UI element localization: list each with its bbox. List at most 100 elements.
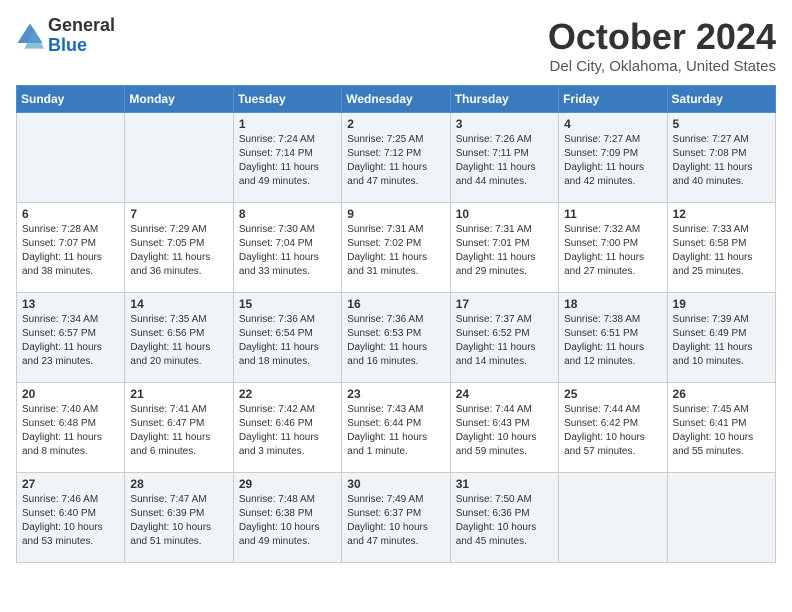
weekday-header-friday: Friday (559, 86, 667, 113)
calendar-cell: 5 Sunrise: 7:27 AM Sunset: 7:08 PM Daylig… (667, 113, 775, 203)
calendar-cell: 7Sunrise: 7:29 AM Sunset: 7:05 PM Daylig… (125, 203, 233, 293)
day-info: Sunrise: 7:27 AM Sunset: 7:09 PM Dayligh… (564, 133, 661, 189)
calendar-cell: 12Sunrise: 7:33 AM Sunset: 6:58 PM Dayli… (667, 203, 775, 293)
calendar-cell (667, 473, 775, 563)
calendar-cell: 24 Sunrise: 7:44 AM Sunset: 6:43 PM Dayli… (450, 383, 558, 473)
location-text: Del City, Oklahoma, United States (548, 58, 776, 75)
day-number: 8 (239, 207, 336, 221)
calendar-cell: 2 Sunrise: 7:25 AM Sunset: 7:12 PM Daylig… (342, 113, 450, 203)
day-number: 28 (130, 477, 227, 491)
calendar-cell: 9Sunrise: 7:31 AM Sunset: 7:02 PM Daylig… (342, 203, 450, 293)
day-number: 1 (239, 117, 336, 131)
day-number: 11 (564, 207, 661, 221)
calendar-cell: 6 Sunrise: 7:28 AM Sunset: 7:07 PM Daylig… (17, 203, 125, 293)
logo-icon (16, 22, 44, 50)
calendar-cell (559, 473, 667, 563)
day-number: 29 (239, 477, 336, 491)
calendar-cell: 10 Sunrise: 7:31 AM Sunset: 7:01 PM Dayli… (450, 203, 558, 293)
day-number: 15 (239, 297, 336, 311)
day-number: 30 (347, 477, 444, 491)
weekday-header-wednesday: Wednesday (342, 86, 450, 113)
day-number: 27 (22, 477, 119, 491)
weekday-header-thursday: Thursday (450, 86, 558, 113)
day-info: Sunrise: 7:46 AM Sunset: 6:40 PM Dayligh… (22, 493, 119, 549)
day-number: 26 (673, 387, 770, 401)
calendar-cell: 19Sunrise: 7:39 AM Sunset: 6:49 PM Dayli… (667, 293, 775, 383)
day-number: 31 (456, 477, 553, 491)
day-number: 14 (130, 297, 227, 311)
calendar-cell: 30Sunrise: 7:49 AM Sunset: 6:37 PM Dayli… (342, 473, 450, 563)
month-title: October 2024 (548, 16, 776, 58)
calendar-cell: 25 Sunrise: 7:44 AM Sunset: 6:42 PM Dayli… (559, 383, 667, 473)
day-info: Sunrise: 7:36 AM Sunset: 6:54 PM Dayligh… (239, 313, 336, 369)
calendar-cell: 1 Sunrise: 7:24 AM Sunset: 7:14 PM Daylig… (233, 113, 341, 203)
calendar-cell: 13Sunrise: 7:34 AM Sunset: 6:57 PM Dayli… (17, 293, 125, 383)
calendar-cell: 8Sunrise: 7:30 AM Sunset: 7:04 PM Daylig… (233, 203, 341, 293)
calendar-week-row: 13Sunrise: 7:34 AM Sunset: 6:57 PM Dayli… (17, 293, 776, 383)
day-number: 18 (564, 297, 661, 311)
calendar-cell: 22 Sunrise: 7:42 AM Sunset: 6:46 PM Dayli… (233, 383, 341, 473)
title-block: October 2024 Del City, Oklahoma, United … (548, 16, 776, 75)
logo-blue-text: Blue (48, 35, 87, 55)
day-info: Sunrise: 7:42 AM Sunset: 6:46 PM Dayligh… (239, 403, 336, 459)
calendar-cell: 16 Sunrise: 7:36 AM Sunset: 6:53 PM Dayli… (342, 293, 450, 383)
day-info: Sunrise: 7:27 AM Sunset: 7:08 PM Dayligh… (673, 133, 770, 189)
calendar-cell: 20 Sunrise: 7:40 AM Sunset: 6:48 PM Dayli… (17, 383, 125, 473)
weekday-header-saturday: Saturday (667, 86, 775, 113)
calendar-cell: 17 Sunrise: 7:37 AM Sunset: 6:52 PM Dayli… (450, 293, 558, 383)
weekday-header-monday: Monday (125, 86, 233, 113)
day-number: 10 (456, 207, 553, 221)
page-header: General Blue October 2024 Del City, Okla… (16, 16, 776, 75)
calendar-cell (125, 113, 233, 203)
day-info: Sunrise: 7:31 AM Sunset: 7:01 PM Dayligh… (456, 223, 553, 279)
day-info: Sunrise: 7:25 AM Sunset: 7:12 PM Dayligh… (347, 133, 444, 189)
calendar-week-row: 1 Sunrise: 7:24 AM Sunset: 7:14 PM Daylig… (17, 113, 776, 203)
weekday-header-row: SundayMondayTuesdayWednesdayThursdayFrid… (17, 86, 776, 113)
day-info: Sunrise: 7:44 AM Sunset: 6:43 PM Dayligh… (456, 403, 553, 459)
logo-general-text: General (48, 15, 115, 35)
day-info: Sunrise: 7:33 AM Sunset: 6:58 PM Dayligh… (673, 223, 770, 279)
calendar-cell: 27 Sunrise: 7:46 AM Sunset: 6:40 PM Dayli… (17, 473, 125, 563)
day-info: Sunrise: 7:24 AM Sunset: 7:14 PM Dayligh… (239, 133, 336, 189)
calendar-cell: 28 Sunrise: 7:47 AM Sunset: 6:39 PM Dayli… (125, 473, 233, 563)
day-number: 25 (564, 387, 661, 401)
day-info: Sunrise: 7:36 AM Sunset: 6:53 PM Dayligh… (347, 313, 444, 369)
day-number: 20 (22, 387, 119, 401)
calendar-table: SundayMondayTuesdayWednesdayThursdayFrid… (16, 85, 776, 563)
day-info: Sunrise: 7:28 AM Sunset: 7:07 PM Dayligh… (22, 223, 119, 279)
day-info: Sunrise: 7:35 AM Sunset: 6:56 PM Dayligh… (130, 313, 227, 369)
day-number: 16 (347, 297, 444, 311)
logo: General Blue (16, 16, 115, 56)
day-info: Sunrise: 7:47 AM Sunset: 6:39 PM Dayligh… (130, 493, 227, 549)
weekday-header-tuesday: Tuesday (233, 86, 341, 113)
day-info: Sunrise: 7:37 AM Sunset: 6:52 PM Dayligh… (456, 313, 553, 369)
day-info: Sunrise: 7:38 AM Sunset: 6:51 PM Dayligh… (564, 313, 661, 369)
day-number: 23 (347, 387, 444, 401)
day-info: Sunrise: 7:44 AM Sunset: 6:42 PM Dayligh… (564, 403, 661, 459)
calendar-cell: 29Sunrise: 7:48 AM Sunset: 6:38 PM Dayli… (233, 473, 341, 563)
day-number: 9 (347, 207, 444, 221)
day-number: 17 (456, 297, 553, 311)
day-info: Sunrise: 7:43 AM Sunset: 6:44 PM Dayligh… (347, 403, 444, 459)
day-number: 2 (347, 117, 444, 131)
calendar-week-row: 27 Sunrise: 7:46 AM Sunset: 6:40 PM Dayli… (17, 473, 776, 563)
calendar-cell: 31 Sunrise: 7:50 AM Sunset: 6:36 PM Dayli… (450, 473, 558, 563)
day-info: Sunrise: 7:39 AM Sunset: 6:49 PM Dayligh… (673, 313, 770, 369)
day-number: 5 (673, 117, 770, 131)
day-info: Sunrise: 7:41 AM Sunset: 6:47 PM Dayligh… (130, 403, 227, 459)
day-info: Sunrise: 7:40 AM Sunset: 6:48 PM Dayligh… (22, 403, 119, 459)
calendar-cell: 26 Sunrise: 7:45 AM Sunset: 6:41 PM Dayli… (667, 383, 775, 473)
day-number: 7 (130, 207, 227, 221)
day-info: Sunrise: 7:26 AM Sunset: 7:11 PM Dayligh… (456, 133, 553, 189)
day-number: 24 (456, 387, 553, 401)
day-number: 6 (22, 207, 119, 221)
calendar-cell: 15 Sunrise: 7:36 AM Sunset: 6:54 PM Dayli… (233, 293, 341, 383)
calendar-week-row: 6 Sunrise: 7:28 AM Sunset: 7:07 PM Daylig… (17, 203, 776, 293)
day-info: Sunrise: 7:50 AM Sunset: 6:36 PM Dayligh… (456, 493, 553, 549)
day-number: 22 (239, 387, 336, 401)
day-info: Sunrise: 7:45 AM Sunset: 6:41 PM Dayligh… (673, 403, 770, 459)
calendar-cell: 4Sunrise: 7:27 AM Sunset: 7:09 PM Daylig… (559, 113, 667, 203)
day-number: 13 (22, 297, 119, 311)
calendar-cell: 18 Sunrise: 7:38 AM Sunset: 6:51 PM Dayli… (559, 293, 667, 383)
weekday-header-sunday: Sunday (17, 86, 125, 113)
